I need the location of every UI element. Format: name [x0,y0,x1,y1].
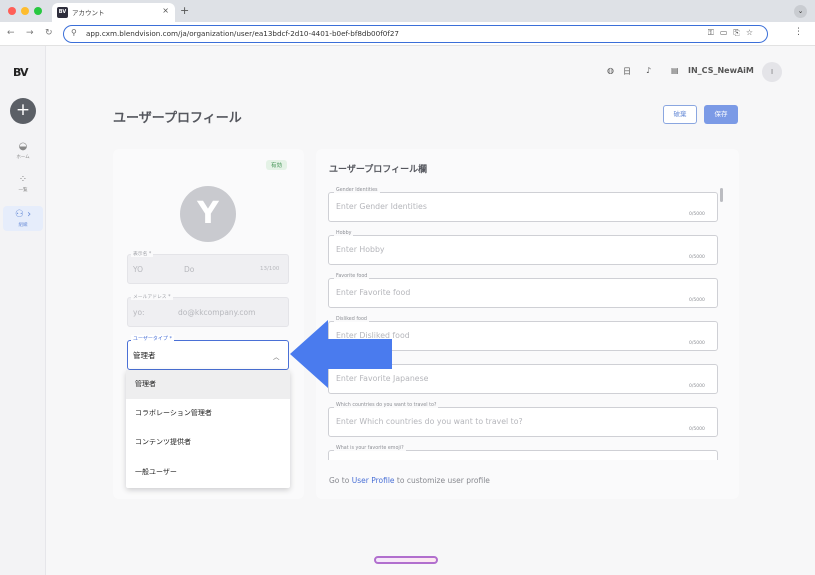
email-label: メールアドレス * [131,293,173,300]
forward-icon[interactable]: → [26,28,34,38]
user-profile-link[interactable]: User Profile [352,476,395,485]
first-name-value: YO [133,265,144,274]
pointer-arrow-icon [290,320,392,388]
minimize-window-icon[interactable] [21,7,29,15]
sidebar-item-organization[interactable]: ⚇ › 組織 [3,206,43,231]
translate-icon: ⎘ [733,28,746,37]
favorite-emoji-label: What is your favorite emoji? [334,446,406,451]
sidebar-item-home[interactable]: ◒ ホーム [3,141,43,160]
address-bar[interactable]: ⚲ app.cxm.blendvision.com/ja/organizatio… [63,25,768,43]
sidebar-item-label: ホーム [16,155,30,160]
status-badge: 有効 [266,160,288,170]
url-text: app.cxm.blendvision.com/ja/organization/… [86,29,399,38]
reload-icon[interactable]: ↻ [45,28,53,38]
bookmark-star-icon: ☆ [745,28,759,37]
char-count: 0/5000 [689,212,705,217]
cast-icon: ▭ [719,28,734,37]
browser-toolbar: ← → ↻ ⚲ app.cxm.blendvision.com/ja/organ… [0,22,815,46]
gender-identities-placeholder: Enter Gender Identities [336,202,427,211]
footer-prefix: Go to [329,476,350,485]
profile-avatar: Y [180,186,236,242]
char-count: 0/5000 [689,298,705,303]
travel-countries-placeholder: Enter Which countries do you want to tra… [336,417,523,426]
browser-tab-bar: BV アカウント × + ⌄ [0,0,815,22]
workspace-name[interactable]: IN_CS_NewAiM [688,66,754,75]
user-type-label: ユーザータイプ * [131,335,174,342]
users-icon: ⚇ › [14,209,32,220]
browser-menu-icon[interactable]: ⋮ [794,27,803,37]
app-logo[interactable]: BV [13,66,28,79]
home-icon: ◒ [18,141,28,152]
save-button[interactable]: 保存 [704,105,738,124]
email-prefix: yo: [133,308,145,317]
last-name-value: Do [184,265,195,274]
user-type-value: 管理者 [133,351,156,360]
browser-tab[interactable]: BV アカウント × [52,3,175,22]
hobby-label: Hobby [334,231,354,236]
hobby-placeholder: Enter Hobby [336,245,385,254]
gender-identities-label: Gender Identities [334,188,380,193]
display-name-label: 表示名 * [131,250,154,257]
tab-search-icon[interactable]: ⌄ [794,5,807,18]
back-icon[interactable]: ← [7,28,15,38]
favorite-food-placeholder: Enter Favorite food [336,288,411,297]
travel-countries-label: Which countries do you want to travel to… [334,403,439,408]
bottom-indicator [374,556,438,564]
customize-profile-note: Go to User Profile to customize user pro… [329,476,490,485]
key-icon: ⚿ [707,28,720,37]
grid-icon: ⁘ [18,174,28,185]
char-count: 0/5000 [689,255,705,260]
user-type-option-collab-admin[interactable]: コラボレーション管理者 [126,399,290,428]
globe-icon[interactable]: ◍ [607,66,614,75]
chevron-up-icon[interactable]: ︿ [273,351,280,361]
sidebar-item-label: 一覧 [18,188,28,193]
discard-button[interactable]: 破棄 [663,105,697,124]
section-title: ユーザープロフィール欄 [329,165,428,175]
email-domain: do@kkcompany.com [178,308,256,317]
fields-scrollbar[interactable] [720,188,723,202]
page-title: ユーザープロフィール [113,111,242,126]
favorite-food-label: Favorite food [334,274,370,279]
new-tab-icon[interactable]: + [180,4,189,17]
bell-icon[interactable]: ♪ [646,66,651,75]
site-settings-icon[interactable]: ⚲ [71,28,77,37]
tab-close-icon[interactable]: × [162,6,169,15]
char-count: 0/5000 [689,427,705,432]
favicon-icon: BV [57,7,68,18]
footer-suffix: to customize user profile [396,476,490,485]
char-count: 0/5000 [689,384,705,389]
close-window-icon[interactable] [8,7,16,15]
user-type-menu: 管理者 コラボレーション管理者 コンテンツ提供者 一般ユーザー [126,370,290,488]
address-bar-actions[interactable]: ⚿▭⎘☆ [708,28,759,38]
maximize-window-icon[interactable] [34,7,42,15]
favorite-emoji-input[interactable] [328,450,718,460]
workspace-icon: ▤ [671,66,679,75]
tab-title: アカウント [72,9,105,17]
user-type-option-admin[interactable]: 管理者 [126,370,290,399]
user-avatar[interactable]: I [762,62,782,82]
hobby-input[interactable] [328,235,718,265]
char-count: 13/100 [260,266,280,272]
sidebar-item-list[interactable]: ⁘ 一覧 [3,174,43,193]
create-button[interactable]: + [10,98,36,124]
user-type-option-content-provider[interactable]: コンテンツ提供者 [126,428,290,457]
language-label[interactable]: 日 [623,66,631,77]
char-count: 0/5000 [689,341,705,346]
sidebar-item-label: 組織 [18,223,28,228]
user-type-option-general-user[interactable]: 一般ユーザー [126,458,290,487]
sidebar: BV + ◒ ホーム ⁘ 一覧 ⚇ › 組織 [0,46,46,575]
